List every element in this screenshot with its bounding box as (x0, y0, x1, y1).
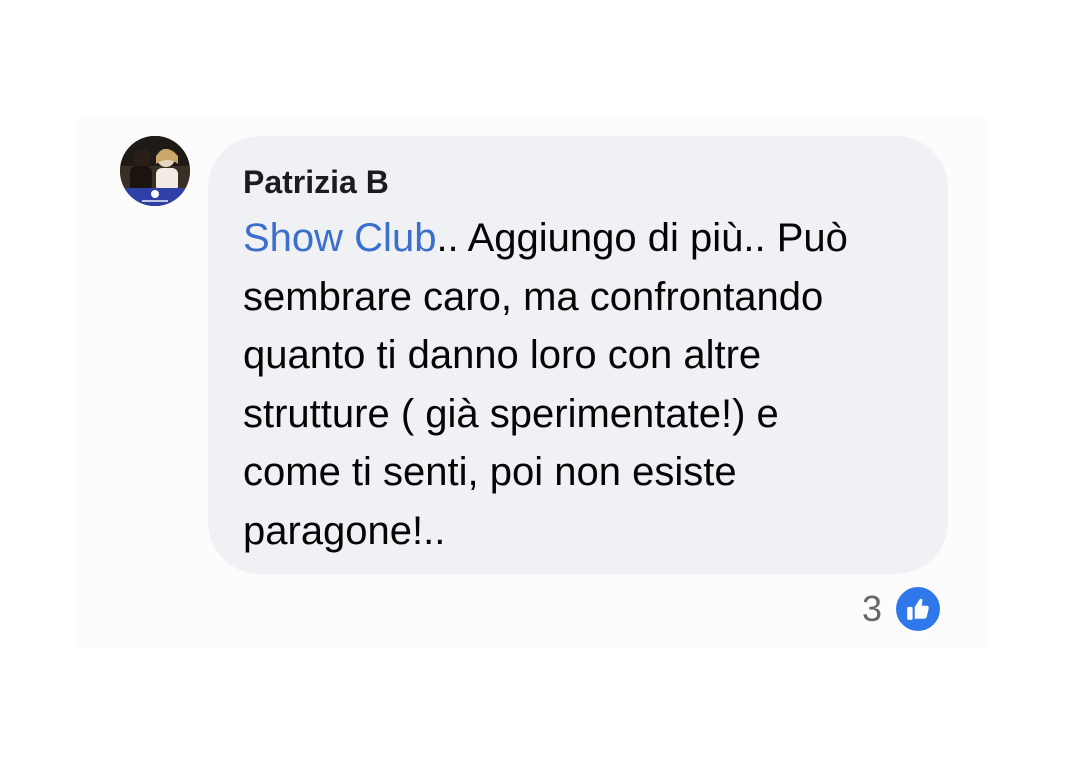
comment-line: quanto ti danno loro con altre (243, 333, 762, 377)
like-thumbs-up-icon (894, 585, 943, 633)
comment-author-name[interactable]: Patrizia B (243, 160, 389, 204)
mention-link[interactable]: Show Club (243, 216, 436, 260)
comment-line: come ti senti, poi non esiste (243, 450, 737, 494)
comment-line: Show Club.. Aggiungo di più.. Può (243, 209, 933, 268)
reaction-summary[interactable]: 3 (862, 584, 943, 634)
comment-text: Show Club.. Aggiungo di più.. Può sembra… (243, 209, 933, 560)
comment-line: strutture ( già sperimentate!) e (243, 391, 779, 436)
comment-line: sembrare caro, ma confrontando (243, 274, 824, 319)
reaction-count: 3 (862, 588, 883, 629)
comment-line: paragone!.. (243, 508, 446, 553)
avatar[interactable] (120, 136, 190, 206)
comment-line-text: .. Aggiungo di più.. Può (436, 216, 848, 260)
